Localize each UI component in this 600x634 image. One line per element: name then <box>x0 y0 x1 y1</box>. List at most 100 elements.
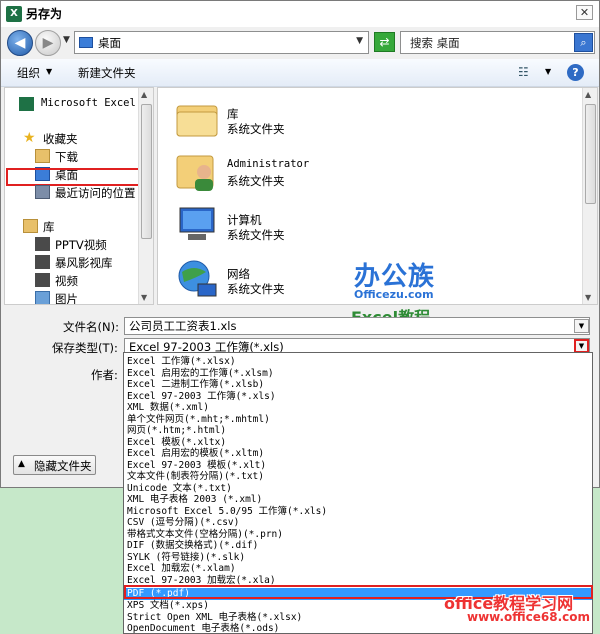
excel-app-icon: X <box>6 6 22 22</box>
address-text: 桌面 <box>98 36 121 50</box>
scroll-up-icon[interactable]: ▲ <box>585 90 591 99</box>
dropdown-option[interactable]: Excel 启用宏的模板(*.xltm) <box>124 448 592 460</box>
list-item[interactable]: 计算机 系统文件夹 <box>174 202 374 254</box>
item-type: 系统文件夹 <box>227 174 285 188</box>
search-icon[interactable]: ⌕ <box>574 33 593 52</box>
filename-label: 文件名(N): <box>63 320 119 334</box>
sidebar-item-pptv[interactable]: PPTV视频 <box>5 236 141 253</box>
dropdown-option[interactable]: 文本文件(制表符分隔)(*.txt) <box>124 471 592 483</box>
back-button[interactable]: ◀ <box>7 30 33 56</box>
dropdown-option[interactable]: DIF (数据交换格式)(*.dif) <box>124 540 592 552</box>
dropdown-option[interactable]: Excel 工作簿(*.xlsx) <box>124 356 592 368</box>
search-box[interactable]: 搜索 桌面 ⌕ <box>400 31 595 54</box>
sidebar-item-label: PPTV视频 <box>55 238 107 252</box>
hide-folders-button[interactable]: ▲ 隐藏文件夹 <box>13 455 96 475</box>
dropdown-option[interactable]: Excel 启用宏的工作簿(*.xlsm) <box>124 368 592 380</box>
list-item[interactable]: 网络 系统文件夹 <box>174 256 374 304</box>
item-type: 系统文件夹 <box>227 122 285 136</box>
dropdown-option[interactable]: 单个文件网页(*.mht;*.mhtml) <box>124 414 592 426</box>
sidebar-item-baofeng[interactable]: 暴风影视库 <box>5 254 141 271</box>
filename-field[interactable]: 公司员工工资表1.xls <box>124 317 590 335</box>
list-item[interactable]: 库 系统文件夹 <box>174 96 374 148</box>
scrollbar-thumb[interactable] <box>141 104 152 239</box>
item-name: 网络 <box>227 267 250 281</box>
dropdown-option[interactable]: Excel 97-2003 工作簿(*.xls) <box>124 391 592 403</box>
dropdown-option[interactable]: XML 数据(*.xml) <box>124 402 592 414</box>
library-folder-icon <box>176 105 218 137</box>
dialog-title: 另存为 <box>26 7 63 21</box>
list-item[interactable]: Administrator 系统文件夹 <box>174 148 374 200</box>
help-icon[interactable]: ? <box>567 64 584 81</box>
sidebar-scrollbar[interactable]: ▲ ▼ <box>138 88 153 304</box>
excel-icon <box>19 97 34 111</box>
sidebar-item-label: 库 <box>43 220 55 234</box>
video-library-icon <box>35 237 50 251</box>
navigation-bar: ◀ ▶ ▼ 桌面 ▼ ⇄ 搜索 桌面 ⌕ <box>1 27 599 59</box>
item-type: 系统文件夹 <box>227 282 285 296</box>
chevron-down-icon[interactable]: ▼ <box>545 67 551 76</box>
sidebar-item-label: 下载 <box>55 150 78 164</box>
sidebar-item-recent-places[interactable]: 最近访问的位置 <box>5 184 141 201</box>
toolbar: 组织 ▼ 新建文件夹 ☷ ▼ ? <box>1 59 599 87</box>
forward-button[interactable]: ▶ <box>35 30 61 56</box>
author-label: 作者: <box>91 368 118 382</box>
dropdown-option[interactable]: Excel 二进制工作簿(*.xlsb) <box>124 379 592 391</box>
sidebar-item-label: 收藏夹 <box>43 132 78 146</box>
dropdown-option[interactable]: 网页(*.htm;*.html) <box>124 425 592 437</box>
scroll-up-icon[interactable]: ▲ <box>141 90 147 99</box>
title-bar: X 另存为 ✕ <box>1 1 599 27</box>
sidebar-item-pictures[interactable]: 图片 <box>5 290 141 305</box>
history-dropdown-icon[interactable]: ▼ <box>63 35 70 45</box>
sidebar-item-label: 图片 <box>55 292 78 305</box>
sidebar-item-videos[interactable]: 视频 <box>5 272 141 289</box>
hide-folders-label: 隐藏文件夹 <box>34 459 92 473</box>
item-name: 库 <box>227 107 239 121</box>
chevron-down-icon: ▼ <box>46 67 53 76</box>
dropdown-option[interactable]: XML 电子表格 2003 (*.xml) <box>124 494 592 506</box>
navigation-pane: Microsoft Excel ★ 收藏夹 下载 桌面 最近访问的位置 库 PP… <box>4 87 154 305</box>
dropdown-option[interactable]: OpenDocument 电子表格(*.ods) <box>124 623 592 633</box>
search-input[interactable]: 搜索 桌面 <box>410 35 460 51</box>
scroll-down-icon[interactable]: ▼ <box>141 293 147 302</box>
recent-places-icon <box>35 185 50 199</box>
file-list-scrollbar[interactable]: ▲ ▼ <box>582 88 597 304</box>
scroll-down-icon[interactable]: ▼ <box>585 293 591 302</box>
scrollbar-thumb[interactable] <box>585 104 596 204</box>
item-type: 系统文件夹 <box>227 228 285 242</box>
officezu-url: Officezu.com <box>354 288 434 301</box>
computer-icon <box>179 207 215 240</box>
item-name: 计算机 <box>227 213 262 227</box>
library-icon <box>23 219 38 233</box>
dropdown-option[interactable]: Microsoft Excel 5.0/95 工作簿(*.xls) <box>124 506 592 518</box>
star-icon: ★ <box>23 130 36 146</box>
view-options-icon[interactable]: ☷ <box>518 65 529 79</box>
dropdown-option[interactable]: Unicode 文本(*.txt) <box>124 483 592 495</box>
savetype-label: 保存类型(T): <box>52 341 118 355</box>
sidebar-item-favorites[interactable]: ★ 收藏夹 <box>5 130 141 147</box>
savetype-dropdown-button[interactable]: ▼ <box>574 339 589 353</box>
chevron-down-icon[interactable]: ▼ <box>356 36 363 46</box>
pictures-library-icon <box>35 291 50 304</box>
sidebar-item-libraries[interactable]: 库 <box>5 218 141 235</box>
dropdown-option[interactable]: 带格式文本文件(空格分隔)(*.prn) <box>124 529 592 541</box>
address-bar[interactable]: 桌面 ▼ <box>74 31 369 54</box>
organize-button[interactable]: 组织 <box>17 65 40 81</box>
item-name: Administrator <box>227 158 310 170</box>
office68-url: www.office68.com <box>467 610 591 624</box>
close-button[interactable]: ✕ <box>576 5 593 20</box>
refresh-button[interactable]: ⇄ <box>374 32 395 52</box>
chevron-up-icon: ▲ <box>18 459 25 469</box>
dropdown-option[interactable]: SYLK (符号链接)(*.slk) <box>124 552 592 564</box>
dropdown-option[interactable]: Excel 加载宏(*.xlam) <box>124 563 592 575</box>
video-library-icon <box>35 255 50 269</box>
new-folder-button[interactable]: 新建文件夹 <box>78 65 136 81</box>
network-icon <box>178 260 217 297</box>
sidebar-item-microsoft-excel[interactable]: Microsoft Excel <box>5 96 141 113</box>
dropdown-option[interactable]: CSV (逗号分隔)(*.csv) <box>124 517 592 529</box>
sidebar-item-label: Microsoft Excel <box>41 97 136 109</box>
dropdown-option[interactable]: Excel 模板(*.xltx) <box>124 437 592 449</box>
dropdown-option[interactable]: Excel 97-2003 模板(*.xlt) <box>124 460 592 472</box>
user-folder-icon <box>176 155 214 191</box>
sidebar-item-downloads[interactable]: 下载 <box>5 148 141 165</box>
chevron-down-icon[interactable]: ▼ <box>574 319 589 333</box>
